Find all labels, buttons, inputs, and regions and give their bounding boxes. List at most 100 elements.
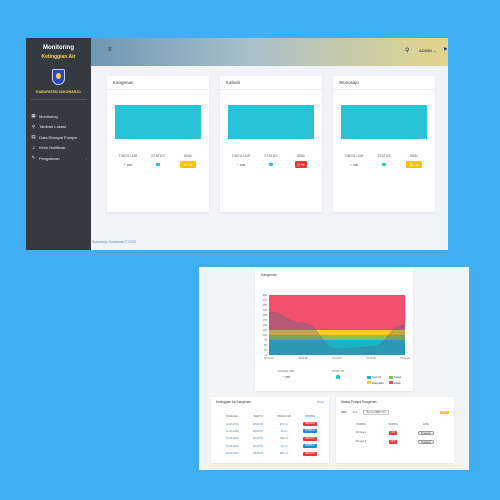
sidebar-item-settings[interactable]: ✎ Pengaturan ‹ [31,153,89,164]
date-cell: 11-02-2020 [225,422,239,426]
table-row: 11-02-2020 06.00.01 247 cm BAHAYA [219,420,323,427]
y-tick-label: 250 [263,303,268,307]
legend-swatch [389,381,393,384]
y-tick-label: 100 [263,333,268,337]
status-badge: BAHAYA [303,451,317,456]
sidebar-item-pump-history[interactable]: ▤ Data Riwayat Pompa [31,132,89,143]
sidebar: Monitoring Ketinggian Air KABUPATEN SUKO… [26,38,91,250]
level-cell: 180 cm [279,452,289,456]
user-menu[interactable]: ADMIN ⌄ [419,48,436,53]
column-header: WAKTU [253,415,263,419]
level-label: TINGGI AIR [231,154,251,158]
status-label: STATUS [377,154,391,158]
status-label: STATUS [264,154,278,158]
y-tick-label: 200 [263,313,268,317]
turn-on-button[interactable]: Nyalakan [418,430,434,436]
x-tick-label: 08.00.00 [400,357,410,360]
y-tick-label: 25 [264,348,267,352]
dashboard-window: Monitoring Ketinggian Air KABUPATEN SUKO… [26,38,448,250]
table-row: 11-02-2020 06.00.07 40 cm NORMAL [219,428,323,435]
detail-link[interactable]: Detail [317,400,324,404]
status-badge: BAHAYA [303,436,317,441]
chart-legend: Normal Siaga Waspada Awas [367,375,411,385]
action-cell: Nyalakan [408,430,444,436]
water-level-table-card: Ketinggian Air Kangenan Detail TANGGAL W… [211,397,329,463]
date-cell: 11-02-2020 [225,452,239,456]
water-tank-visual [228,105,314,139]
legend-item: Normal [367,375,389,379]
bbm-label: BBM [410,154,418,158]
bbm-filter-select[interactable]: Semua BBM (%) [363,410,389,415]
time-cell: 06.00.07 [252,437,264,441]
pump-status-card: Status Pompa Kangenan BBM ALL Semua BBM … [336,397,454,463]
pump-name: Pompa 1 [355,431,367,435]
sidebar-item-label: Data Riwayat Pompa [39,134,77,140]
status-badge: NORMAL [302,444,318,449]
location-card: Kaliwiri TINGGI AIR ~ cm STATUS BBM 0 % [220,76,322,212]
search-icon[interactable]: ⚲ [405,47,409,54]
column-header: TANGGAL [225,415,239,419]
regency-logo [52,69,65,85]
action-cell: Nyalakan [408,439,444,445]
time-cell: 06.00.01 [252,422,264,426]
card-title: Kangenan [107,76,209,90]
status-cell: BAHAYA [297,422,323,427]
status-cell: OFF [378,439,408,444]
level-value: ~ cm [236,162,246,167]
sidebar-divider [30,99,87,100]
y-tick-label: 300 [263,293,268,297]
menu-toggle-icon[interactable]: ≡ [108,47,112,53]
sidebar-item-send-notification[interactable]: ♫ Kirim Notifikasi [31,143,89,154]
status-badge: NORMAL [302,429,318,434]
sidebar-item-monitoring[interactable]: ▦ Monitoring [31,111,89,122]
level-cell: 40 cm [280,429,288,433]
flag-icon[interactable]: ⚑ [443,47,447,53]
y-tick-label: 150 [263,323,268,327]
turn-on-button[interactable]: Nyalakan [418,439,434,445]
level-label: TINGGI AIR [277,369,295,373]
chart-card-title: Kangenan [261,273,277,277]
sidebar-item-add-location[interactable]: ⚲ Tambah Lokasi [31,122,89,133]
sidebar-item-label: Tambah Lokasi [39,124,66,130]
level-value: ~ cm [123,162,133,167]
bbm-badge: 0 % [294,161,308,168]
status-badge: BAHAYA [303,422,317,427]
status-indicator [336,375,340,379]
status-cell: NORMAL [297,429,323,434]
chevron-left-icon: ‹ [85,155,87,161]
time-cell: 06.00.07 [252,444,264,448]
location-card: Kangenan TINGGI AIR ~ cm STATUS BBM 37 % [107,76,209,212]
status-indicator [382,163,386,166]
location-card: Wonosajo TINGGI AIR ~ cm STATUS BBM 37 % [333,76,435,212]
legend-label: Normal [372,375,382,379]
x-tick-label: 06.00.01 [264,357,274,360]
logo-caption: KABUPATEN SUKOHARJO [36,90,81,94]
column-header: STATUS [305,415,315,419]
map-pin-icon: ⚲ [31,123,36,129]
y-tick-label: 275 [263,298,268,302]
x-tick-label: 07.00.01 [332,357,342,360]
status-indicator [156,163,160,166]
date-cell: 11-02-2020 [225,444,239,448]
table-title: Status Pompa Kangenan [341,400,377,404]
status-cell: NORMAL [297,444,323,449]
y-tick-label: 75 [264,338,267,342]
table-row: 11-02-2020 06.00.07 180 cm BAHAYA [219,435,323,442]
pump-name: Pompa 2 [355,440,367,444]
column-header: STATUS [388,423,398,427]
table-row: Pompa 1 OFF Nyalakan [344,428,444,437]
column-header: AKSI [423,423,429,427]
card-title: Wonosajo [333,76,435,90]
water-tank-visual [115,105,201,139]
legend-label: Siaga [394,375,402,379]
table-row: 11-02-2020 06.00.07 10 cm NORMAL [219,443,323,450]
status-cell: BAHAYA [297,436,323,441]
table-row: Pompa 2 OFF Nyalakan [344,437,444,446]
legend-swatch [389,375,393,379]
wrench-icon: ✎ [31,155,36,161]
x-tick-label: 06.30.00 [298,357,308,360]
level-label: TINGGI AIR [118,154,138,158]
time-cell: 06.00.07 [252,429,264,433]
column-header: POMPA [356,423,366,427]
detail-window: 0 25 50 75 100 125 150 175 200 225 250 275 300 06.00.… [199,267,469,470]
